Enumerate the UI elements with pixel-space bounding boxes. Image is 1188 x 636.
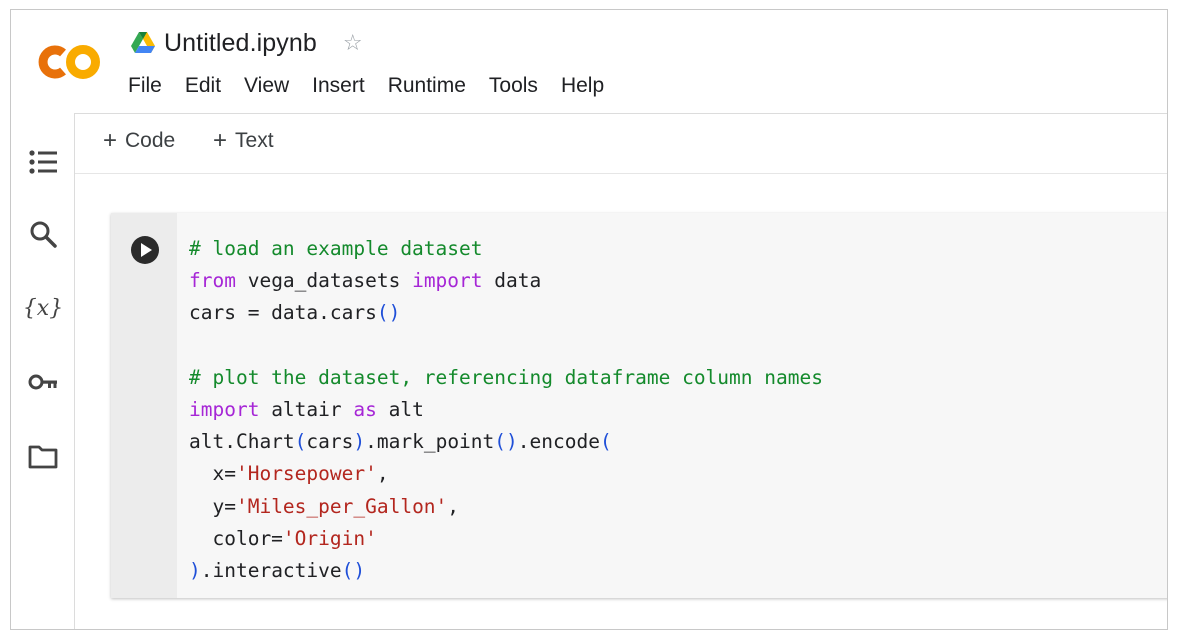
left-sidebar: {x} — [11, 113, 75, 629]
code-line: alt.Chart(cars).mark_point().encode( — [189, 426, 823, 458]
code-token: () — [341, 558, 366, 582]
code-token: () — [376, 301, 401, 325]
variables-icon[interactable]: {x} — [23, 291, 63, 325]
code-token: import — [412, 269, 483, 293]
menu-runtime[interactable]: Runtime — [388, 74, 466, 98]
plus-icon: + — [103, 127, 118, 154]
code-token: 'Horsepower' — [235, 462, 377, 486]
code-token: ( — [599, 430, 612, 454]
code-token: as — [353, 397, 377, 421]
code-token: alt.Chart — [189, 430, 295, 454]
menu-help[interactable]: Help — [561, 74, 604, 98]
menu-file[interactable]: File — [128, 74, 162, 98]
code-line: cars = data.cars() — [189, 297, 823, 329]
code-cell[interactable]: # load an example dataset from vega_datas… — [111, 213, 1167, 598]
code-token: ) — [353, 430, 366, 454]
menu-tools[interactable]: Tools — [489, 74, 538, 98]
run-cell-icon[interactable] — [130, 235, 160, 265]
code-token: y= — [189, 494, 236, 518]
code-token: import — [189, 397, 260, 421]
notebook-title[interactable]: Untitled.ipynb — [164, 29, 317, 58]
code-line: color='Origin' — [189, 523, 823, 555]
code-token: vega_datasets — [235, 269, 413, 293]
code-line: ).interactive() — [189, 555, 823, 587]
cell-gutter — [111, 213, 177, 598]
files-folder-icon[interactable] — [26, 439, 60, 473]
menu-view[interactable]: View — [244, 74, 289, 98]
code-line: from vega_datasets import data — [189, 265, 823, 297]
code-token: alt — [376, 397, 424, 421]
code-editor[interactable]: # load an example dataset from vega_datas… — [189, 233, 823, 587]
code-token: data — [482, 269, 542, 293]
code-token: , — [376, 462, 389, 486]
colab-window: Untitled.ipynb ☆ File Edit View Insert R… — [10, 9, 1168, 630]
secrets-key-icon[interactable] — [26, 365, 60, 399]
code-token: ( — [294, 430, 307, 454]
star-icon[interactable]: ☆ — [343, 32, 363, 54]
menu-edit[interactable]: Edit — [185, 74, 221, 98]
code-token: # load an example dataset — [189, 237, 483, 260]
colab-logo[interactable] — [33, 40, 103, 84]
add-text-label: Text — [235, 129, 274, 152]
search-icon[interactable] — [26, 217, 60, 251]
code-token: .interactive — [200, 558, 342, 582]
title-row: Untitled.ipynb ☆ — [130, 26, 363, 60]
code-line: # load an example dataset — [189, 233, 823, 265]
code-line: # plot the dataset, referencing datafram… — [189, 362, 823, 394]
code-token: 'Miles_per_Gallon' — [235, 494, 448, 518]
code-token: # plot the dataset, referencing datafram… — [189, 365, 823, 389]
code-token: .encode — [517, 430, 600, 454]
code-token: ) — [189, 558, 201, 582]
add-text-button[interactable]: + Text — [213, 129, 274, 153]
code-token: , — [447, 494, 460, 518]
code-token: altair — [259, 397, 354, 421]
code-line: x='Horsepower', — [189, 458, 823, 490]
menu-insert[interactable]: Insert — [312, 74, 365, 98]
table-of-contents-icon[interactable] — [26, 145, 60, 179]
code-line: y='Miles_per_Gallon', — [189, 491, 823, 523]
notebook-toolbar: + Code + Text — [75, 113, 1167, 174]
code-token: cars = data.cars — [189, 301, 377, 325]
code-token: x= — [189, 462, 236, 486]
header: Untitled.ipynb ☆ File Edit View Insert R… — [11, 10, 1167, 114]
code-line: import altair as alt — [189, 394, 823, 426]
menu-bar: File Edit View Insert Runtime Tools Help — [128, 74, 627, 98]
code-token: .mark_point — [365, 430, 495, 454]
code-token: color= — [189, 526, 283, 550]
code-token: () — [494, 430, 518, 454]
code-token: cars — [306, 430, 354, 454]
google-drive-icon — [131, 32, 155, 53]
add-code-button[interactable]: + Code — [103, 129, 175, 153]
code-token: 'Origin' — [282, 526, 377, 550]
code-token: from — [189, 269, 236, 293]
add-code-label: Code — [125, 129, 176, 152]
plus-icon: + — [213, 127, 228, 154]
